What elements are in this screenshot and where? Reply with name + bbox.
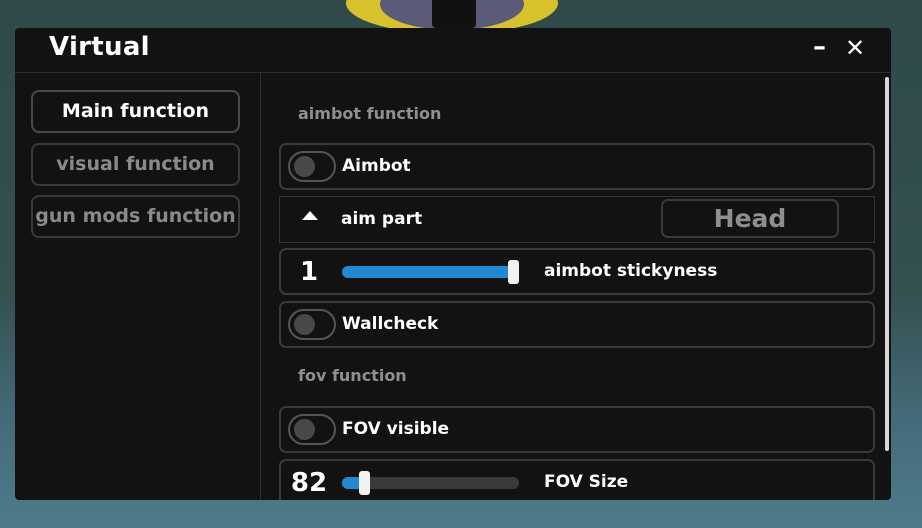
minimize-icon[interactable]: –: [813, 32, 826, 62]
toggle-knob: [294, 314, 315, 335]
stickyness-label: aimbot stickyness: [544, 261, 718, 281]
fov-visible-label: FOV visible: [342, 419, 450, 439]
aimbot-stickyness-row: 1 aimbot stickyness: [279, 248, 875, 295]
toggle-knob: [294, 419, 315, 440]
sidebar: Main function visual function gun mods f…: [15, 73, 261, 500]
stickyness-value: 1: [299, 257, 319, 287]
wallcheck-label: Wallcheck: [342, 314, 439, 334]
fov-visible-toggle[interactable]: [288, 414, 336, 445]
fov-visible-row: FOV visible: [279, 406, 875, 453]
wallcheck-row: Wallcheck: [279, 301, 875, 348]
aimbot-toggle[interactable]: [288, 151, 336, 182]
close-icon[interactable]: ✕: [845, 34, 865, 62]
sidebar-item-gun-mods-function[interactable]: gun mods function: [31, 195, 240, 238]
content-panel: aimbot function Aimbot aim part Head 1 a…: [261, 73, 891, 500]
fov-size-row: 82 FOV Size: [279, 459, 875, 500]
toggle-knob: [294, 156, 315, 177]
stickyness-slider[interactable]: [342, 260, 519, 284]
content-scrollbar[interactable]: [885, 77, 889, 451]
section-aimbot-function: aimbot function: [298, 104, 442, 123]
wallcheck-toggle[interactable]: [288, 309, 336, 340]
section-fov-function: fov function: [298, 366, 407, 385]
stickyness-slider-fill: [342, 266, 514, 278]
stickyness-slider-thumb[interactable]: [508, 260, 519, 284]
title-bar[interactable]: Virtual – ✕: [15, 28, 891, 73]
virtual-window: Virtual – ✕ Main function visual functio…: [15, 28, 891, 500]
aim-part-value[interactable]: Head: [661, 199, 839, 238]
fov-size-label: FOV Size: [544, 472, 629, 492]
aimbot-label: Aimbot: [342, 156, 411, 176]
sidebar-item-visual-function[interactable]: visual function: [31, 143, 240, 186]
aim-part-dropdown: aim part Head: [279, 196, 875, 243]
window-title: Virtual: [49, 32, 150, 62]
caret-up-icon[interactable]: [302, 211, 318, 220]
background-avatar-head: [432, 0, 476, 28]
sidebar-item-main-function[interactable]: Main function: [31, 90, 240, 133]
aim-part-label: aim part: [341, 209, 423, 229]
fov-size-slider-thumb[interactable]: [359, 471, 371, 495]
fov-size-slider[interactable]: [342, 471, 519, 495]
fov-size-value: 82: [290, 468, 328, 498]
aimbot-row: Aimbot: [279, 143, 875, 190]
